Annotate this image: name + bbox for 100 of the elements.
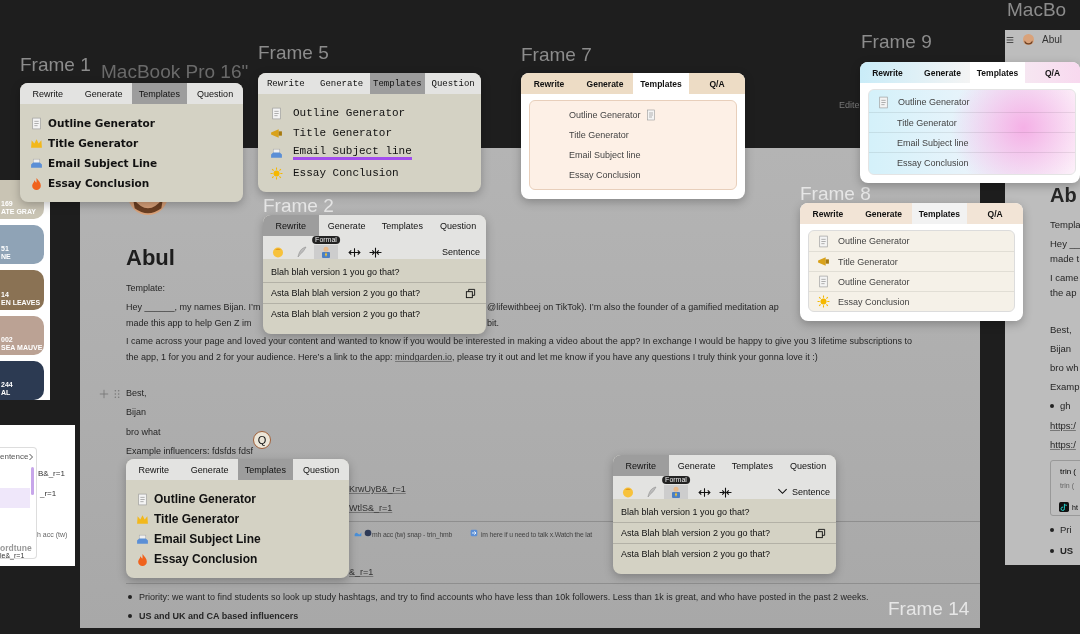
tab[interactable]: Question	[293, 459, 349, 480]
tab[interactable]: Rewrite	[860, 62, 915, 83]
text-line: @lifewithbeej on TikTok). I’m also the founder of a gamified meditation ap	[487, 301, 779, 313]
tab[interactable]: Rewrite	[20, 83, 76, 104]
scroll-thumb[interactable]	[31, 467, 34, 495]
link[interactable]: &_r=1	[349, 566, 374, 578]
crown-icon	[136, 512, 149, 526]
menu-item[interactable]: Title Generator	[530, 125, 736, 145]
megaphone-icon	[817, 255, 830, 268]
tab[interactable]: Templates	[131, 83, 188, 104]
menu-item[interactable]: Essay Conclusion	[809, 291, 1014, 311]
menu-item[interactable]: Title Generator	[136, 509, 339, 529]
menu-item[interactable]: Outline Generator	[809, 271, 1014, 291]
tab[interactable]: Q/A	[1025, 62, 1080, 83]
tab[interactable]: Templates	[374, 215, 431, 236]
tray-icon	[136, 532, 149, 546]
menu-item[interactable]: Title Generator	[809, 251, 1014, 271]
suggestion-row[interactable]: Asta Blah blah version 2 you go that?	[613, 522, 836, 543]
suggestion-row[interactable]: Asta Blah blah version 2 you go that?	[263, 282, 486, 303]
menu-item[interactable]: Email Subject line	[268, 143, 471, 163]
tab[interactable]: Rewrite	[613, 455, 669, 476]
tab[interactable]: Rewrite	[126, 459, 182, 480]
tab[interactable]: Templates	[970, 62, 1025, 83]
tab[interactable]: Question	[780, 455, 836, 476]
tab[interactable]: Question	[425, 73, 481, 94]
fire-icon	[30, 176, 43, 190]
bullet-icon	[1050, 404, 1054, 408]
menu-item[interactable]: Outline Generator	[136, 489, 339, 509]
dropdown-header[interactable]: entence	[0, 452, 35, 461]
person-icon	[670, 486, 682, 498]
menu-item[interactable]: Essay Conclusion	[530, 165, 736, 185]
menu-item[interactable]: Title Generator	[30, 133, 233, 153]
tab[interactable]: Q/A	[689, 73, 745, 94]
page-title: Abul	[126, 245, 175, 271]
link[interactable]: https:/	[1050, 439, 1076, 451]
frame-label: MacBook Pro 16"	[101, 62, 249, 81]
link[interactable]: WtlS&_r=1	[349, 502, 393, 514]
menu-item[interactable]: Outline Generator	[869, 92, 1075, 112]
link[interactable]: https:/	[1050, 420, 1076, 432]
page-icon	[877, 95, 890, 109]
status-text: Edite	[839, 100, 860, 110]
tab[interactable]: Templates	[633, 73, 689, 94]
menu-item[interactable]: Outline Generator	[268, 103, 471, 123]
frame-label: Frame 5	[258, 43, 329, 62]
link[interactable]: KrwUyB&_r=1	[349, 483, 406, 495]
suggestion-row[interactable]: Blah blah version 1 you go that?	[613, 501, 836, 522]
menu-item[interactable]: Outline Generator	[30, 113, 233, 133]
tab[interactable]: Rewrite	[258, 73, 314, 94]
tab[interactable]: Generate	[915, 62, 970, 83]
tab[interactable]: Templates	[724, 455, 781, 476]
text-line: I came	[1050, 272, 1079, 284]
menu-item[interactable]: Email Subject Line	[30, 153, 233, 173]
tab[interactable]: Templates	[237, 459, 294, 480]
menu-item[interactable]: Outline Generator	[809, 231, 1014, 251]
tray-icon	[30, 156, 43, 170]
menu-item[interactable]: Email Subject Line	[136, 529, 339, 549]
tab[interactable]: Generate	[181, 459, 238, 480]
tab[interactable]: Generate	[318, 215, 375, 236]
text-line: B&_r=1	[38, 469, 65, 478]
text-line: bit.	[487, 317, 499, 329]
tab[interactable]: Rewrite	[521, 73, 577, 94]
tab[interactable]: Generate	[855, 203, 912, 224]
text-line: I came across your page and loved your content and wanted to know if you would be interested in making a video about the app? In exchange I would be happy to give you 3 lifetime subscriptions to	[126, 335, 912, 347]
page-icon	[30, 116, 43, 130]
expand-icon	[348, 245, 361, 259]
menu-item[interactable]: Outline Generator	[530, 105, 736, 125]
tab[interactable]: Generate	[668, 455, 725, 476]
menu-item[interactable]: Title Generator	[869, 112, 1075, 132]
text-line: Best,	[1050, 324, 1072, 336]
suggestion-row[interactable]: Asta Blah blah version 2 you go that?	[263, 303, 486, 324]
suggestion-row[interactable]: Asta Blah blah version 2 you go that?	[613, 543, 836, 564]
tab[interactable]: Generate	[313, 73, 370, 94]
tab[interactable]: Templates	[369, 73, 426, 94]
menu-item[interactable]: Essay Conclusion	[268, 163, 471, 183]
length-dropdown[interactable]: Sentence	[776, 486, 830, 497]
frame-label: Frame 14	[888, 599, 970, 618]
menu-item[interactable]: Email Subject line	[530, 145, 736, 165]
text-line: Template:	[126, 282, 166, 294]
bullet-icon	[1050, 528, 1054, 532]
tab[interactable]: Templates	[911, 203, 968, 224]
tab[interactable]: Question	[430, 215, 486, 236]
page-icon	[270, 106, 283, 120]
menu-item[interactable]: Essay Conclusion	[136, 549, 339, 569]
length-dropdown[interactable]: Sentence	[441, 247, 480, 257]
expand-icon	[698, 485, 711, 499]
page-icon	[817, 234, 830, 248]
suggestion-row[interactable]: Blah blah version 1 you go that?	[263, 261, 486, 282]
tab[interactable]: Question	[187, 83, 243, 104]
tab[interactable]: Q/A	[967, 203, 1023, 224]
bullet-icon	[128, 614, 132, 618]
tone-button[interactable]	[664, 485, 688, 499]
menu-item[interactable]: Email Subject line	[869, 132, 1075, 152]
tab[interactable]: Rewrite	[263, 215, 319, 236]
tab[interactable]: Generate	[577, 73, 633, 94]
tab[interactable]: Rewrite	[800, 203, 856, 224]
menu-item[interactable]: Title Generator	[268, 123, 471, 143]
tone-button[interactable]	[314, 245, 338, 259]
menu-item[interactable]: Essay Conclusion	[869, 152, 1075, 172]
tab[interactable]: Generate	[75, 83, 132, 104]
chevron-icon	[28, 452, 35, 461]
